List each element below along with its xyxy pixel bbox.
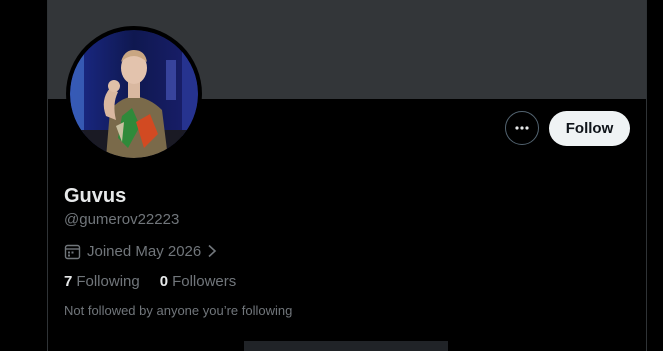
profile-page: Follow Guvus @gumerov22223 Joined May 20… xyxy=(0,0,663,351)
followers-count: 0 xyxy=(159,273,169,290)
display-name: Guvus xyxy=(64,185,127,207)
avatar[interactable] xyxy=(66,26,202,162)
following-link[interactable]: 7 Following xyxy=(64,272,140,292)
joined-label: Joined May 2026 xyxy=(87,242,202,260)
following-label: Following xyxy=(76,273,140,290)
tab-bar-edge xyxy=(244,341,448,351)
user-handle: @gumerov22223 xyxy=(64,211,180,228)
more-horizontal-icon xyxy=(515,126,529,130)
followers-link[interactable]: 0 Followers xyxy=(160,272,237,292)
more-options-button[interactable] xyxy=(505,111,539,145)
avatar-image xyxy=(70,30,198,158)
joined-date[interactable]: Joined May 2026 xyxy=(64,241,217,261)
calendar-icon xyxy=(64,242,82,260)
following-count: 7 xyxy=(64,273,73,290)
followers-label: Followers xyxy=(172,273,237,290)
follow-button[interactable]: Follow xyxy=(549,111,630,146)
follow-stats: 7 Following 0 Followers xyxy=(64,272,256,292)
profile-column: Follow Guvus @gumerov22223 Joined May 20… xyxy=(47,0,647,351)
chevron-right-icon xyxy=(207,244,217,258)
followed-by-text: Not followed by anyone you’re following xyxy=(64,303,293,318)
